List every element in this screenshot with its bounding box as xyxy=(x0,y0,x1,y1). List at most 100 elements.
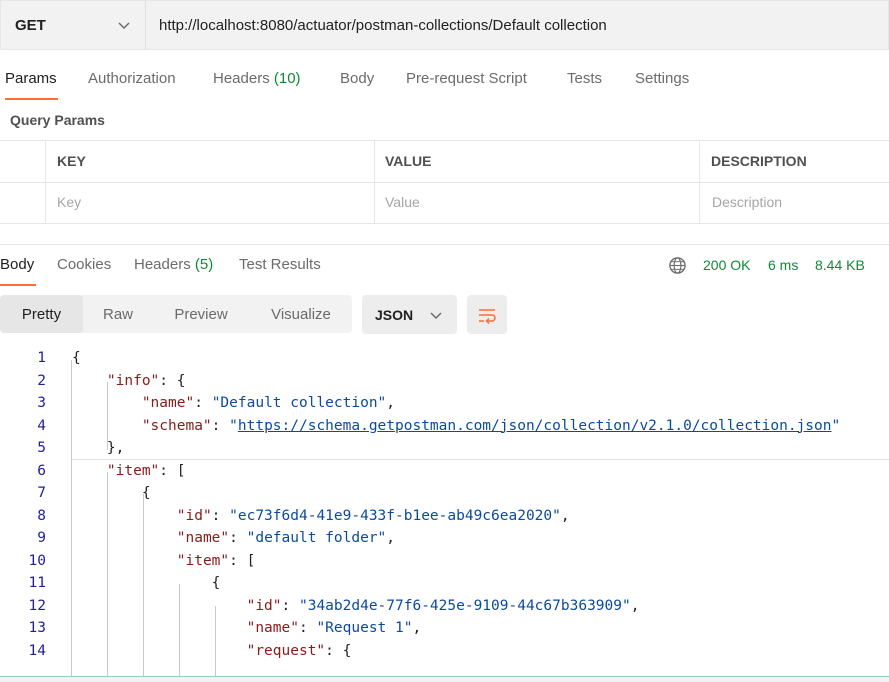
url-input[interactable]: http://localhost:8080/actuator/postman-c… xyxy=(145,0,889,50)
json-string: " xyxy=(831,417,841,434)
tab-headers[interactable]: Headers (10) xyxy=(213,70,301,87)
json-string: " xyxy=(229,417,238,434)
response-body-editor[interactable]: 1{2 "info": {3 "name": "Default collection… xyxy=(0,346,889,676)
line-number: 12 xyxy=(28,597,46,614)
table-border xyxy=(374,140,375,224)
table-border xyxy=(699,140,700,224)
key-input[interactable]: Key xyxy=(57,194,372,210)
json-key: "item" xyxy=(176,552,230,569)
indent-guide xyxy=(143,494,144,676)
json-key: "id" xyxy=(176,507,212,524)
value-input[interactable]: Value xyxy=(385,194,697,210)
wrap-lines-button[interactable] xyxy=(467,295,507,334)
description-input[interactable]: Description xyxy=(712,194,887,210)
json-string: "ec73f6d4-41e9-433f-b1ee-ab49c6ea2020" xyxy=(229,507,561,524)
json-key: "name" xyxy=(141,395,195,411)
tab-settings[interactable]: Settings xyxy=(635,70,689,87)
method-label: GET xyxy=(15,16,46,34)
json-string: "Default collection" xyxy=(211,395,387,411)
code-line: { xyxy=(212,575,221,591)
line-number: 14 xyxy=(28,642,46,659)
globe-icon[interactable] xyxy=(668,256,687,275)
json-key: "info" xyxy=(106,372,160,389)
view-mode-segment: Pretty Raw Preview Visualize xyxy=(0,295,352,333)
line-number: 8 xyxy=(37,507,46,524)
code-line: { xyxy=(142,485,151,501)
code-line: }, xyxy=(107,440,124,456)
line-number: 6 xyxy=(37,462,46,479)
view-visualize-button[interactable]: Visualize xyxy=(256,295,346,333)
request-url-bar: GET http://localhost:8080/actuator/postm… xyxy=(0,0,889,50)
status-bar xyxy=(0,676,889,682)
json-key: "name" xyxy=(176,530,230,546)
response-divider xyxy=(0,244,889,245)
wrap-lines-icon xyxy=(479,308,496,324)
json-key: "id" xyxy=(246,597,282,614)
tab-body[interactable]: Body xyxy=(340,70,374,87)
json-punctuation: { xyxy=(211,575,221,591)
json-punctuation: , xyxy=(412,620,422,636)
active-tab-indicator xyxy=(5,98,58,100)
code-line: "schema": "https://schema.getpostman.com… xyxy=(142,418,840,434)
indent-guide xyxy=(107,472,108,676)
json-punctuation: , xyxy=(560,507,570,524)
json-string: "default folder" xyxy=(246,530,387,546)
headers-count: (10) xyxy=(273,70,301,87)
code-line: "id": "ec73f6d4-41e9-433f-b1ee-ab49c6ea2… xyxy=(177,508,570,524)
chevron-down-icon xyxy=(430,311,442,319)
json-punctuation: : xyxy=(211,507,230,524)
json-string: "34ab2d4e-77f6-425e-9109-44c67b363909" xyxy=(298,597,631,614)
json-link[interactable]: https://schema.getpostman.com/json/colle… xyxy=(238,418,832,434)
line-number: 11 xyxy=(28,575,46,591)
json-punctuation: : [ xyxy=(229,552,256,569)
json-key: "name" xyxy=(246,620,299,636)
json-punctuation: : xyxy=(298,620,317,636)
column-header-description: DESCRIPTION xyxy=(711,153,807,169)
view-pretty-button[interactable]: Pretty xyxy=(0,295,83,333)
view-raw-button[interactable]: Raw xyxy=(87,295,149,333)
method-select[interactable]: GET xyxy=(0,0,145,50)
line-number: 9 xyxy=(37,530,46,546)
column-header-key: KEY xyxy=(57,153,86,169)
format-label: JSON xyxy=(375,306,414,323)
json-key: "request" xyxy=(246,642,326,659)
indent-guide xyxy=(71,360,72,676)
tab-pre-request-script[interactable]: Pre-request Script xyxy=(406,70,527,87)
chevron-down-icon xyxy=(118,22,130,30)
tab-authorization[interactable]: Authorization xyxy=(88,70,176,87)
json-punctuation: : { xyxy=(159,372,186,389)
tab-params[interactable]: Params xyxy=(5,70,57,87)
response-time[interactable]: 6 ms xyxy=(768,257,798,273)
code-line: "name": "Request 1", xyxy=(247,620,422,636)
json-punctuation: { xyxy=(141,485,151,501)
json-key: "schema" xyxy=(141,417,212,434)
code-line: "id": "34ab2d4e-77f6-425e-9109-44c67b363… xyxy=(247,598,640,614)
status-code[interactable]: 200 OK xyxy=(703,257,750,273)
query-params-title: Query Params xyxy=(10,112,105,128)
line-number: 3 xyxy=(37,395,46,411)
json-punctuation: : xyxy=(211,417,230,434)
view-preview-button[interactable]: Preview xyxy=(160,295,242,333)
json-punctuation: { xyxy=(72,350,81,366)
tab-cookies[interactable]: Cookies xyxy=(57,256,111,273)
table-border xyxy=(0,223,889,224)
column-header-value: VALUE xyxy=(385,153,432,169)
line-number: 4 xyxy=(37,417,46,434)
code-line: "name": "Default collection", xyxy=(142,395,395,411)
code-line: "name": "default folder", xyxy=(177,530,395,546)
json-string: "Request 1" xyxy=(316,620,413,636)
json-punctuation: : xyxy=(194,395,212,411)
json-punctuation: : { xyxy=(325,642,352,659)
fold-marker-line xyxy=(71,459,889,460)
tab-test-results[interactable]: Test Results xyxy=(239,256,321,273)
json-punctuation: : [ xyxy=(159,462,186,479)
tab-tests[interactable]: Tests xyxy=(567,70,602,87)
code-line: "request": { xyxy=(247,643,352,659)
response-size[interactable]: 8.44 KB xyxy=(815,257,865,273)
format-select[interactable]: JSON xyxy=(362,295,457,334)
tab-response-body[interactable]: Body xyxy=(0,256,34,273)
request-tabs: Params Authorization Headers (10) Body P… xyxy=(0,64,889,100)
table-border xyxy=(45,140,46,224)
indent-guide xyxy=(179,584,180,676)
tab-response-headers[interactable]: Headers (5) xyxy=(134,256,213,273)
